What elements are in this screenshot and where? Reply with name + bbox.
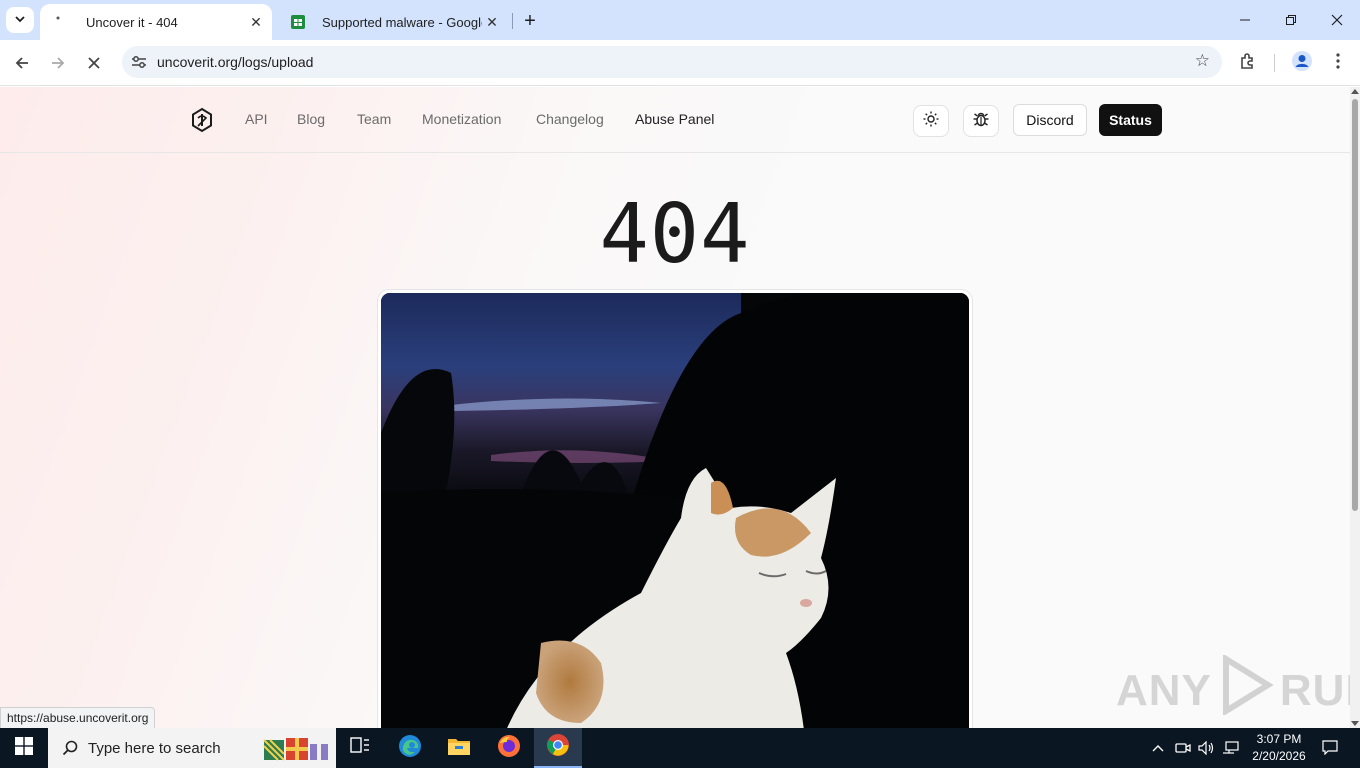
search-placeholder: Type here to search <box>88 739 221 757</box>
page-scrollbar[interactable] <box>1350 87 1360 728</box>
tab-separator <box>512 13 513 29</box>
scroll-up-arrow-icon[interactable] <box>1351 89 1359 94</box>
play-logo-icon <box>1218 653 1274 726</box>
nav-changelog[interactable]: Changelog <box>536 111 604 127</box>
chrome-icon <box>546 733 570 762</box>
stop-loading-button[interactable] <box>80 49 108 77</box>
discord-button[interactable]: Discord <box>1013 104 1087 136</box>
start-button[interactable] <box>0 728 48 768</box>
nav-blog[interactable]: Blog <box>297 111 325 127</box>
clock-date: 2/20/2026 <box>1252 749 1306 763</box>
network-icon[interactable] <box>1220 728 1242 768</box>
tab-search-button[interactable] <box>6 7 34 33</box>
task-view-button[interactable] <box>336 728 384 768</box>
close-tab-icon[interactable]: ✕ <box>482 12 502 32</box>
puzzle-icon <box>1239 52 1257 75</box>
back-button[interactable] <box>8 49 36 77</box>
avatar-icon <box>1291 50 1313 77</box>
close-tab-icon[interactable]: ✕ <box>246 12 266 32</box>
google-sheets-icon <box>290 14 306 30</box>
tab-title: Supported malware - Google D <box>322 14 482 30</box>
restore-button[interactable] <box>1268 6 1314 34</box>
address-bar[interactable]: uncoverit.org/logs/upload ☆ <box>122 46 1222 78</box>
chevron-down-icon <box>14 13 26 28</box>
cat-image-card <box>377 289 973 728</box>
firefox-taskbar-button[interactable] <box>485 728 533 768</box>
status-button[interactable]: Status <box>1099 104 1162 136</box>
bookmark-star-icon[interactable]: ☆ <box>1195 51 1210 71</box>
site-header: API Blog Team Monetization Changelog Abu… <box>0 87 1350 153</box>
anyrun-watermark: ANY RUN <box>1116 653 1350 726</box>
show-hidden-icons-button[interactable] <box>1148 728 1168 768</box>
clock-time: 3:07 PM <box>1256 732 1302 746</box>
firefox-icon <box>497 734 521 763</box>
file-explorer-taskbar-button[interactable] <box>435 728 483 768</box>
uncoverit-logo-icon[interactable] <box>190 107 214 133</box>
bug-icon <box>972 110 990 133</box>
loading-favicon-icon <box>54 14 70 30</box>
nav-api[interactable]: API <box>245 111 268 127</box>
site-settings-icon[interactable] <box>128 52 150 72</box>
edge-icon <box>398 734 422 763</box>
kebab-menu-icon <box>1336 52 1340 74</box>
notifications-button[interactable] <box>1316 728 1344 768</box>
browser-toolbar: uncoverit.org/logs/upload ☆ <box>0 40 1360 86</box>
web-page: API Blog Team Monetization Changelog Abu… <box>0 87 1350 728</box>
extensions-button[interactable] <box>1234 49 1262 77</box>
task-view-icon <box>350 736 370 760</box>
link-status-bubble: https://abuse.uncoverit.org <box>0 707 156 729</box>
watermark-right-text: RUN <box>1279 665 1350 715</box>
scrollbar-thumb[interactable] <box>1352 99 1358 511</box>
cat-photo <box>381 293 969 728</box>
theme-toggle-button[interactable] <box>913 105 949 137</box>
tab-uncoverit[interactable]: Uncover it - 404 ✕ <box>40 4 272 40</box>
folder-icon <box>447 736 471 761</box>
forward-button[interactable] <box>44 49 72 77</box>
nav-abuse-panel[interactable]: Abuse Panel <box>635 111 714 127</box>
notification-icon <box>1322 739 1338 758</box>
scroll-down-arrow-icon[interactable] <box>1351 721 1359 726</box>
edge-taskbar-button[interactable] <box>386 728 434 768</box>
volume-icon[interactable] <box>1196 728 1218 768</box>
tab-title: Uncover it - 404 <box>86 14 178 30</box>
search-highlight-gifts-icon <box>262 734 330 762</box>
meet-now-icon[interactable] <box>1172 728 1194 768</box>
nav-monetization[interactable]: Monetization <box>422 111 501 127</box>
taskbar-search-box[interactable]: Type here to search <box>48 728 336 768</box>
profile-button[interactable] <box>1288 49 1316 77</box>
new-tab-button[interactable]: + <box>518 9 542 33</box>
system-clock[interactable]: 3:07 PM 2/20/2026 <box>1246 731 1312 765</box>
watermark-left-text: ANY <box>1116 665 1212 715</box>
close-window-button[interactable] <box>1314 6 1360 34</box>
search-icon <box>62 740 78 756</box>
tab-strip: Uncover it - 404 ✕ Supported malware - G… <box>0 0 1360 40</box>
toolbar-divider <box>1274 54 1275 72</box>
sun-icon <box>923 111 939 132</box>
windows-taskbar: Type here to search 3:07 PM 2/20/2026 <box>0 728 1360 768</box>
chrome-taskbar-button[interactable] <box>534 728 582 768</box>
browser-menu-button[interactable] <box>1324 49 1352 77</box>
tab-google-sheets[interactable]: Supported malware - Google D ✕ <box>276 4 508 40</box>
address-url: uncoverit.org/logs/upload <box>157 54 314 70</box>
error-code-heading: 404 <box>599 187 751 282</box>
nav-team[interactable]: Team <box>357 111 391 127</box>
windows-logo-icon <box>15 736 33 760</box>
minimize-button[interactable] <box>1222 6 1268 34</box>
bug-report-button[interactable] <box>963 105 999 137</box>
